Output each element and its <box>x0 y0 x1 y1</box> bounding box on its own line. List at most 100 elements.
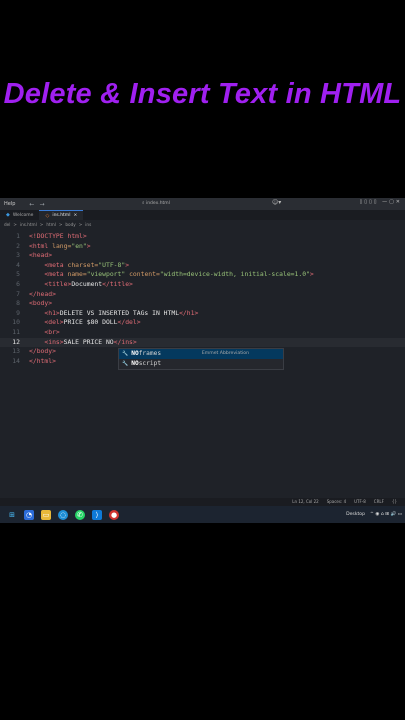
status-indent[interactable]: Spaces: 4 <box>327 499 346 504</box>
breadcrumb-separator: > <box>39 221 44 227</box>
line-number: 14 <box>12 356 20 365</box>
code-text: <meta <box>44 260 64 269</box>
code-text: <title> <box>44 279 72 288</box>
vscode-window: Help ← → ⌕ index.html ☺▾ ▯▯▯▯ —▢✕ ◆ Welc… <box>0 198 405 523</box>
code-text: </h1> <box>179 308 199 317</box>
status-cursor-position[interactable]: Ln 12, Col 22 <box>292 499 318 504</box>
tab-ins-html[interactable]: ◇ ins.html × <box>39 210 84 220</box>
code-line: 2 <html lang="en"> <box>0 242 405 252</box>
edge-browser-icon[interactable]: ◌ <box>58 509 68 520</box>
code-line: 10 <del>PRICE $80 DOLL</del> <box>0 318 405 328</box>
desktop-label[interactable]: Desktop <box>346 512 365 517</box>
window-controls[interactable]: ▯▯▯▯ —▢✕ <box>359 199 402 205</box>
breadcrumb-item[interactable]: body <box>65 222 75 227</box>
code-text: <!DOCTYPE html> <box>29 232 87 240</box>
line-number: 1 <box>16 232 20 240</box>
code-text: "en" <box>71 241 87 250</box>
tray-icons[interactable]: ^ ◉ ⌂ ⊞ 🔊 ▭ <box>370 512 402 517</box>
code-text: "viewport" <box>86 270 126 279</box>
status-eol[interactable]: CRLF <box>374 499 384 504</box>
line-number: 6 <box>16 279 20 288</box>
system-tray: Desktop ^ ◉ ⌂ ⊞ 🔊 ▭ <box>346 506 402 523</box>
code-text: "width=device-width, initial-scale=1.0" <box>159 270 310 279</box>
code-text: "UTF-8" <box>98 260 126 269</box>
line-number: 13 <box>12 347 20 356</box>
code-text: SALE PRICE NO <box>63 337 114 346</box>
html-file-icon: ◇ <box>45 212 50 219</box>
windows-taskbar: ⊞ ◔ ▭ ◌ ✆ ⟩ ● Desktop ^ ◉ ⌂ ⊞ 🔊 ▭ <box>0 506 405 523</box>
code-text: <h1> <box>44 308 60 317</box>
code-line: 8 <body> <box>0 299 405 309</box>
status-language[interactable]: {} <box>392 499 397 504</box>
line-number: 12 <box>12 337 20 346</box>
code-text: </html> <box>29 356 56 365</box>
file-explorer-icon[interactable]: ▭ <box>41 509 51 520</box>
code-text: lang= <box>48 241 72 250</box>
code-line-current: 12 <ins>SALE PRICE NO</ins> <box>0 337 405 348</box>
suggestion-item[interactable]: 🔧 NO script <box>119 359 283 369</box>
search-label: index.html <box>145 201 170 206</box>
line-number: 2 <box>16 241 20 250</box>
code-text: > <box>309 270 314 279</box>
vscode-taskbar-icon[interactable]: ⟩ <box>92 509 102 520</box>
breadcrumb-item[interactable]: del <box>4 222 10 227</box>
line-number: 10 <box>12 318 20 327</box>
menu-bar: Help ← → ⌕ index.html ☺▾ ▯▯▯▯ —▢✕ <box>0 198 405 210</box>
code-text: <ins> <box>44 337 64 346</box>
nav-forward-icon[interactable]: → <box>39 201 44 208</box>
copilot-app-icon[interactable]: ◔ <box>24 509 34 520</box>
windows-start-icon[interactable]: ⊞ <box>7 510 17 520</box>
code-text: PRICE $80 DOLL <box>63 318 118 327</box>
code-text: > <box>125 260 130 269</box>
code-text: <del> <box>44 318 64 327</box>
code-text: <head> <box>29 251 53 260</box>
code-text: <meta <box>44 270 64 279</box>
recorder-icon[interactable]: ● <box>109 509 119 520</box>
status-bar: Ln 12, Col 22 Spaces: 4 UTF-8 CRLF {} <box>0 498 405 506</box>
code-line: 3 <head> <box>0 251 405 261</box>
suggestion-match: NO <box>131 360 139 367</box>
suggestion-rest: script <box>138 360 162 367</box>
close-icon[interactable]: × <box>73 213 77 218</box>
tab-label: Welcome <box>12 212 34 218</box>
line-number: 7 <box>16 289 20 298</box>
line-number: 11 <box>12 327 20 336</box>
breadcrumb-item[interactable]: ins.html <box>20 222 37 227</box>
suggestion-match: NO <box>131 350 139 357</box>
breadcrumb: del > ins.html > html > body > ins <box>0 220 405 228</box>
code-text: name= <box>63 270 87 279</box>
code-line: 7 </head> <box>0 290 405 300</box>
breadcrumb-item[interactable]: html <box>46 222 56 227</box>
suggestion-rest: frames <box>138 350 162 357</box>
wrench-icon: 🔧 <box>122 351 129 357</box>
code-text: </body> <box>29 347 56 356</box>
code-line: 9 <h1>DELETE VS INSERTED TAGs IN HTML</h… <box>0 309 405 319</box>
code-text: </title> <box>102 279 133 288</box>
breadcrumb-item[interactable]: ins <box>85 222 91 227</box>
whatsapp-icon[interactable]: ✆ <box>75 509 85 520</box>
breadcrumb-separator: > <box>58 221 63 227</box>
suggestion-item[interactable]: 🔧 NO frames Emmet Abbreviation <box>119 349 283 359</box>
copilot-icon[interactable]: ☺▾ <box>272 199 281 206</box>
status-encoding[interactable]: UTF-8 <box>354 499 366 504</box>
tab-welcome[interactable]: ◆ Welcome <box>0 210 39 220</box>
code-text: DELETE VS INSERTED TAGs IN HTML <box>59 308 180 317</box>
line-number: 3 <box>16 251 20 260</box>
breadcrumb-separator: > <box>13 221 17 227</box>
code-line: 11 <br> <box>0 328 405 338</box>
line-number: 8 <box>16 299 20 308</box>
line-number: 4 <box>16 260 20 269</box>
code-text: content= <box>125 270 160 279</box>
code-text: <body> <box>29 299 53 308</box>
vscode-icon: ◆ <box>6 212 10 218</box>
code-text: Document <box>71 279 103 288</box>
nav-back-icon[interactable]: ← <box>29 201 34 208</box>
line-number: 9 <box>16 308 20 317</box>
video-title: Delete & Insert Text in HTML <box>3 78 402 110</box>
code-text: charset= <box>63 260 99 269</box>
editor-tabs: ◆ Welcome ◇ ins.html × <box>0 210 405 220</box>
code-line: 1 <!DOCTYPE html> <box>0 232 405 242</box>
code-text: </head> <box>29 289 56 298</box>
menu-help[interactable]: Help <box>4 201 15 207</box>
command-center-search[interactable]: ⌕ index.html <box>142 200 237 208</box>
